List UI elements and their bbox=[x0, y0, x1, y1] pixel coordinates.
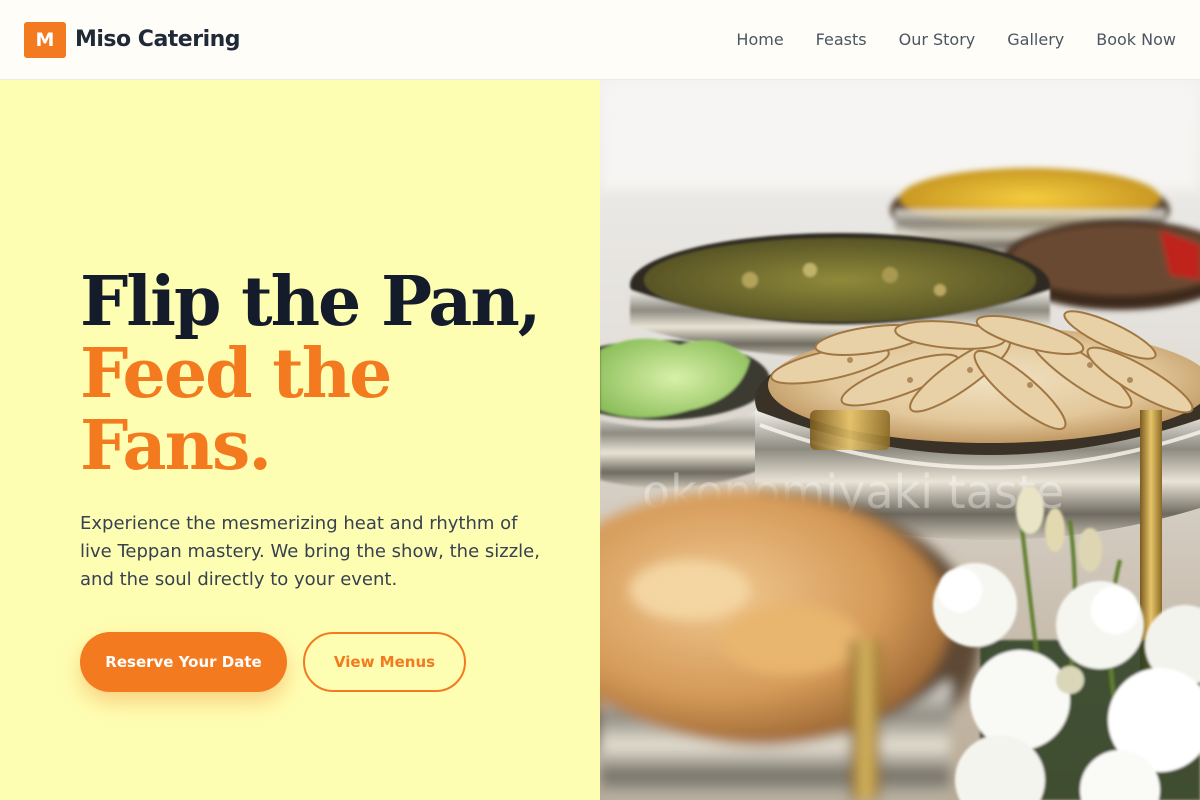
nav-item-book-now[interactable]: Book Now bbox=[1096, 30, 1176, 49]
hero-subtext: Experience the mesmerizing heat and rhyt… bbox=[80, 513, 540, 590]
logo-icon: M bbox=[24, 21, 66, 58]
nav-item-feasts[interactable]: Feasts bbox=[816, 30, 867, 49]
brand-name: Miso Catering bbox=[75, 27, 241, 52]
site-header: M Miso Catering Home Feasts Our Story Ga… bbox=[0, 0, 1200, 80]
reserve-date-button[interactable]: Reserve Your Date bbox=[80, 632, 287, 692]
hero-food-image: okonomiyaki taste bbox=[600, 80, 1200, 800]
headline-line-2: Feed the bbox=[80, 334, 392, 414]
view-menus-button[interactable]: View Menus bbox=[303, 632, 466, 692]
headline-line-3: Fans. bbox=[80, 406, 272, 486]
nav-item-gallery[interactable]: Gallery bbox=[1007, 30, 1064, 49]
brand[interactable]: M Miso Catering bbox=[24, 21, 241, 58]
nav-item-home[interactable]: Home bbox=[736, 30, 783, 49]
hero-headline: Flip the Pan, Feed the Fans. bbox=[80, 266, 580, 482]
nav-item-our-story[interactable]: Our Story bbox=[899, 30, 976, 49]
catering-buffet-illustration: okonomiyaki taste bbox=[600, 80, 1200, 800]
main-nav: Home Feasts Our Story Gallery Book Now bbox=[736, 30, 1176, 49]
headline-line-1: Flip the Pan, bbox=[80, 262, 541, 342]
